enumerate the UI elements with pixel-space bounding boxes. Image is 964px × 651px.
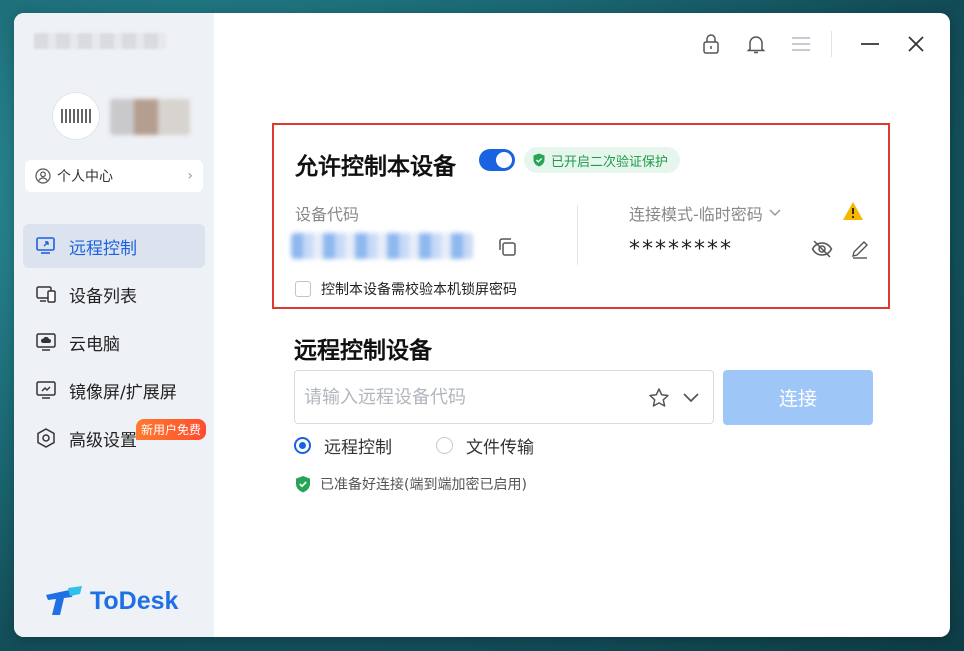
sidebar-item-label: 高级设置 <box>69 430 137 451</box>
status-text: 已准备好连接(端到端加密已启用) <box>320 477 527 493</box>
lock-screen-password-option[interactable]: 控制本设备需校验本机锁屏密码 <box>295 279 517 299</box>
connection-mode-label: 连接模式-临时密码 <box>629 205 763 224</box>
logo-text: ToDesk <box>90 586 179 615</box>
allow-control-card: 允许控制本设备 已开启二次验证保护 设备代码 连接模式-临时密码 *******… <box>272 123 890 309</box>
todesk-logo-icon <box>46 586 82 615</box>
profile-center-label: 个人中心 <box>57 169 113 185</box>
connection-mode-dropdown[interactable]: 连接模式-临时密码 <box>629 201 781 225</box>
two-factor-label: 已开启二次验证保护 <box>551 154 669 170</box>
lock-icon[interactable] <box>699 32 723 56</box>
close-icon[interactable] <box>904 32 928 56</box>
cloud-pc-icon <box>35 331 57 353</box>
remote-code-input-box <box>294 370 714 424</box>
avatar[interactable] <box>52 92 100 140</box>
sidebar-item-cloud-pc[interactable]: 云电脑 新用户免费 <box>23 320 207 440</box>
title-bar-divider <box>831 31 832 57</box>
sidebar-item-label: 远程控制 <box>69 238 137 259</box>
remote-code-input[interactable] <box>304 386 634 408</box>
sidebar-item-advanced-settings[interactable]: 高级设置 <box>23 416 205 460</box>
radio-unselected-icon <box>436 437 453 454</box>
todesk-logo: ToDesk <box>44 585 178 617</box>
temporary-password: ******** <box>629 237 733 262</box>
card-divider <box>577 205 578 265</box>
radio-selected-icon <box>294 437 311 454</box>
app-window: 个人中心 › 远程控制 设备列表 云电脑 新用户免费 镜像屏/扩展屏 高级设置 … <box>14 13 950 637</box>
lock-screen-checkbox[interactable] <box>295 281 311 297</box>
connect-button[interactable]: 连接 <box>723 370 873 425</box>
bell-icon[interactable] <box>744 32 768 56</box>
sidebar-item-remote-control[interactable]: 远程控制 <box>23 224 205 268</box>
allow-control-title: 允许控制本设备 <box>295 154 456 180</box>
radio-label: 远程控制 <box>324 438 392 458</box>
chevron-right-icon: › <box>187 168 193 184</box>
sidebar-nav: 远程控制 设备列表 云电脑 新用户免费 镜像屏/扩展屏 高级设置 <box>23 224 207 464</box>
connection-status: 已准备好连接(端到端加密已启用) <box>294 474 527 494</box>
blurred-account-id <box>34 33 166 49</box>
chevron-down-icon[interactable] <box>682 390 700 406</box>
shield-check-icon <box>533 153 545 167</box>
sidebar-item-label: 云电脑 <box>69 334 120 355</box>
allow-control-toggle[interactable] <box>479 149 515 171</box>
warning-icon[interactable] <box>842 201 864 221</box>
remote-control-icon <box>35 235 57 257</box>
main-panel: 允许控制本设备 已开启二次验证保护 设备代码 连接模式-临时密码 *******… <box>214 13 950 637</box>
device-code-label: 设备代码 <box>295 205 360 224</box>
eye-off-icon[interactable] <box>811 239 833 259</box>
avatar-image <box>61 109 91 123</box>
sidebar-item-label: 镜像屏/扩展屏 <box>69 382 177 403</box>
star-icon[interactable] <box>648 387 670 409</box>
device-code-value <box>291 233 473 259</box>
radio-file-transfer[interactable]: 文件传输 <box>436 433 534 458</box>
device-list-icon <box>35 283 57 305</box>
title-bar-controls <box>678 31 928 57</box>
user-icon <box>35 168 51 184</box>
remote-control-title: 远程控制设备 <box>294 338 432 364</box>
sidebar-item-mirror-screen[interactable]: 镜像屏/扩展屏 <box>23 368 205 412</box>
transfer-mode-group: 远程控制 文件传输 <box>294 433 578 458</box>
settings-hexagon-icon <box>35 427 57 449</box>
mirror-screen-icon <box>35 379 57 401</box>
sidebar-item-device-list[interactable]: 设备列表 <box>23 272 205 316</box>
radio-label: 文件传输 <box>466 438 534 458</box>
shield-check-icon <box>296 476 310 493</box>
edit-pencil-icon[interactable] <box>850 239 870 259</box>
radio-remote-control[interactable]: 远程控制 <box>294 433 392 458</box>
two-factor-badge: 已开启二次验证保护 <box>524 147 681 173</box>
profile-center-button[interactable]: 个人中心 › <box>25 160 203 192</box>
chevron-down-icon <box>769 206 781 220</box>
menu-icon[interactable] <box>789 32 813 56</box>
sidebar-item-label: 设备列表 <box>69 286 137 307</box>
blurred-username <box>110 99 190 135</box>
copy-icon[interactable] <box>496 236 518 258</box>
lock-screen-label: 控制本设备需校验本机锁屏密码 <box>321 282 517 298</box>
sidebar: 个人中心 › 远程控制 设备列表 云电脑 新用户免费 镜像屏/扩展屏 高级设置 … <box>14 13 214 637</box>
minimize-icon[interactable] <box>858 32 882 56</box>
